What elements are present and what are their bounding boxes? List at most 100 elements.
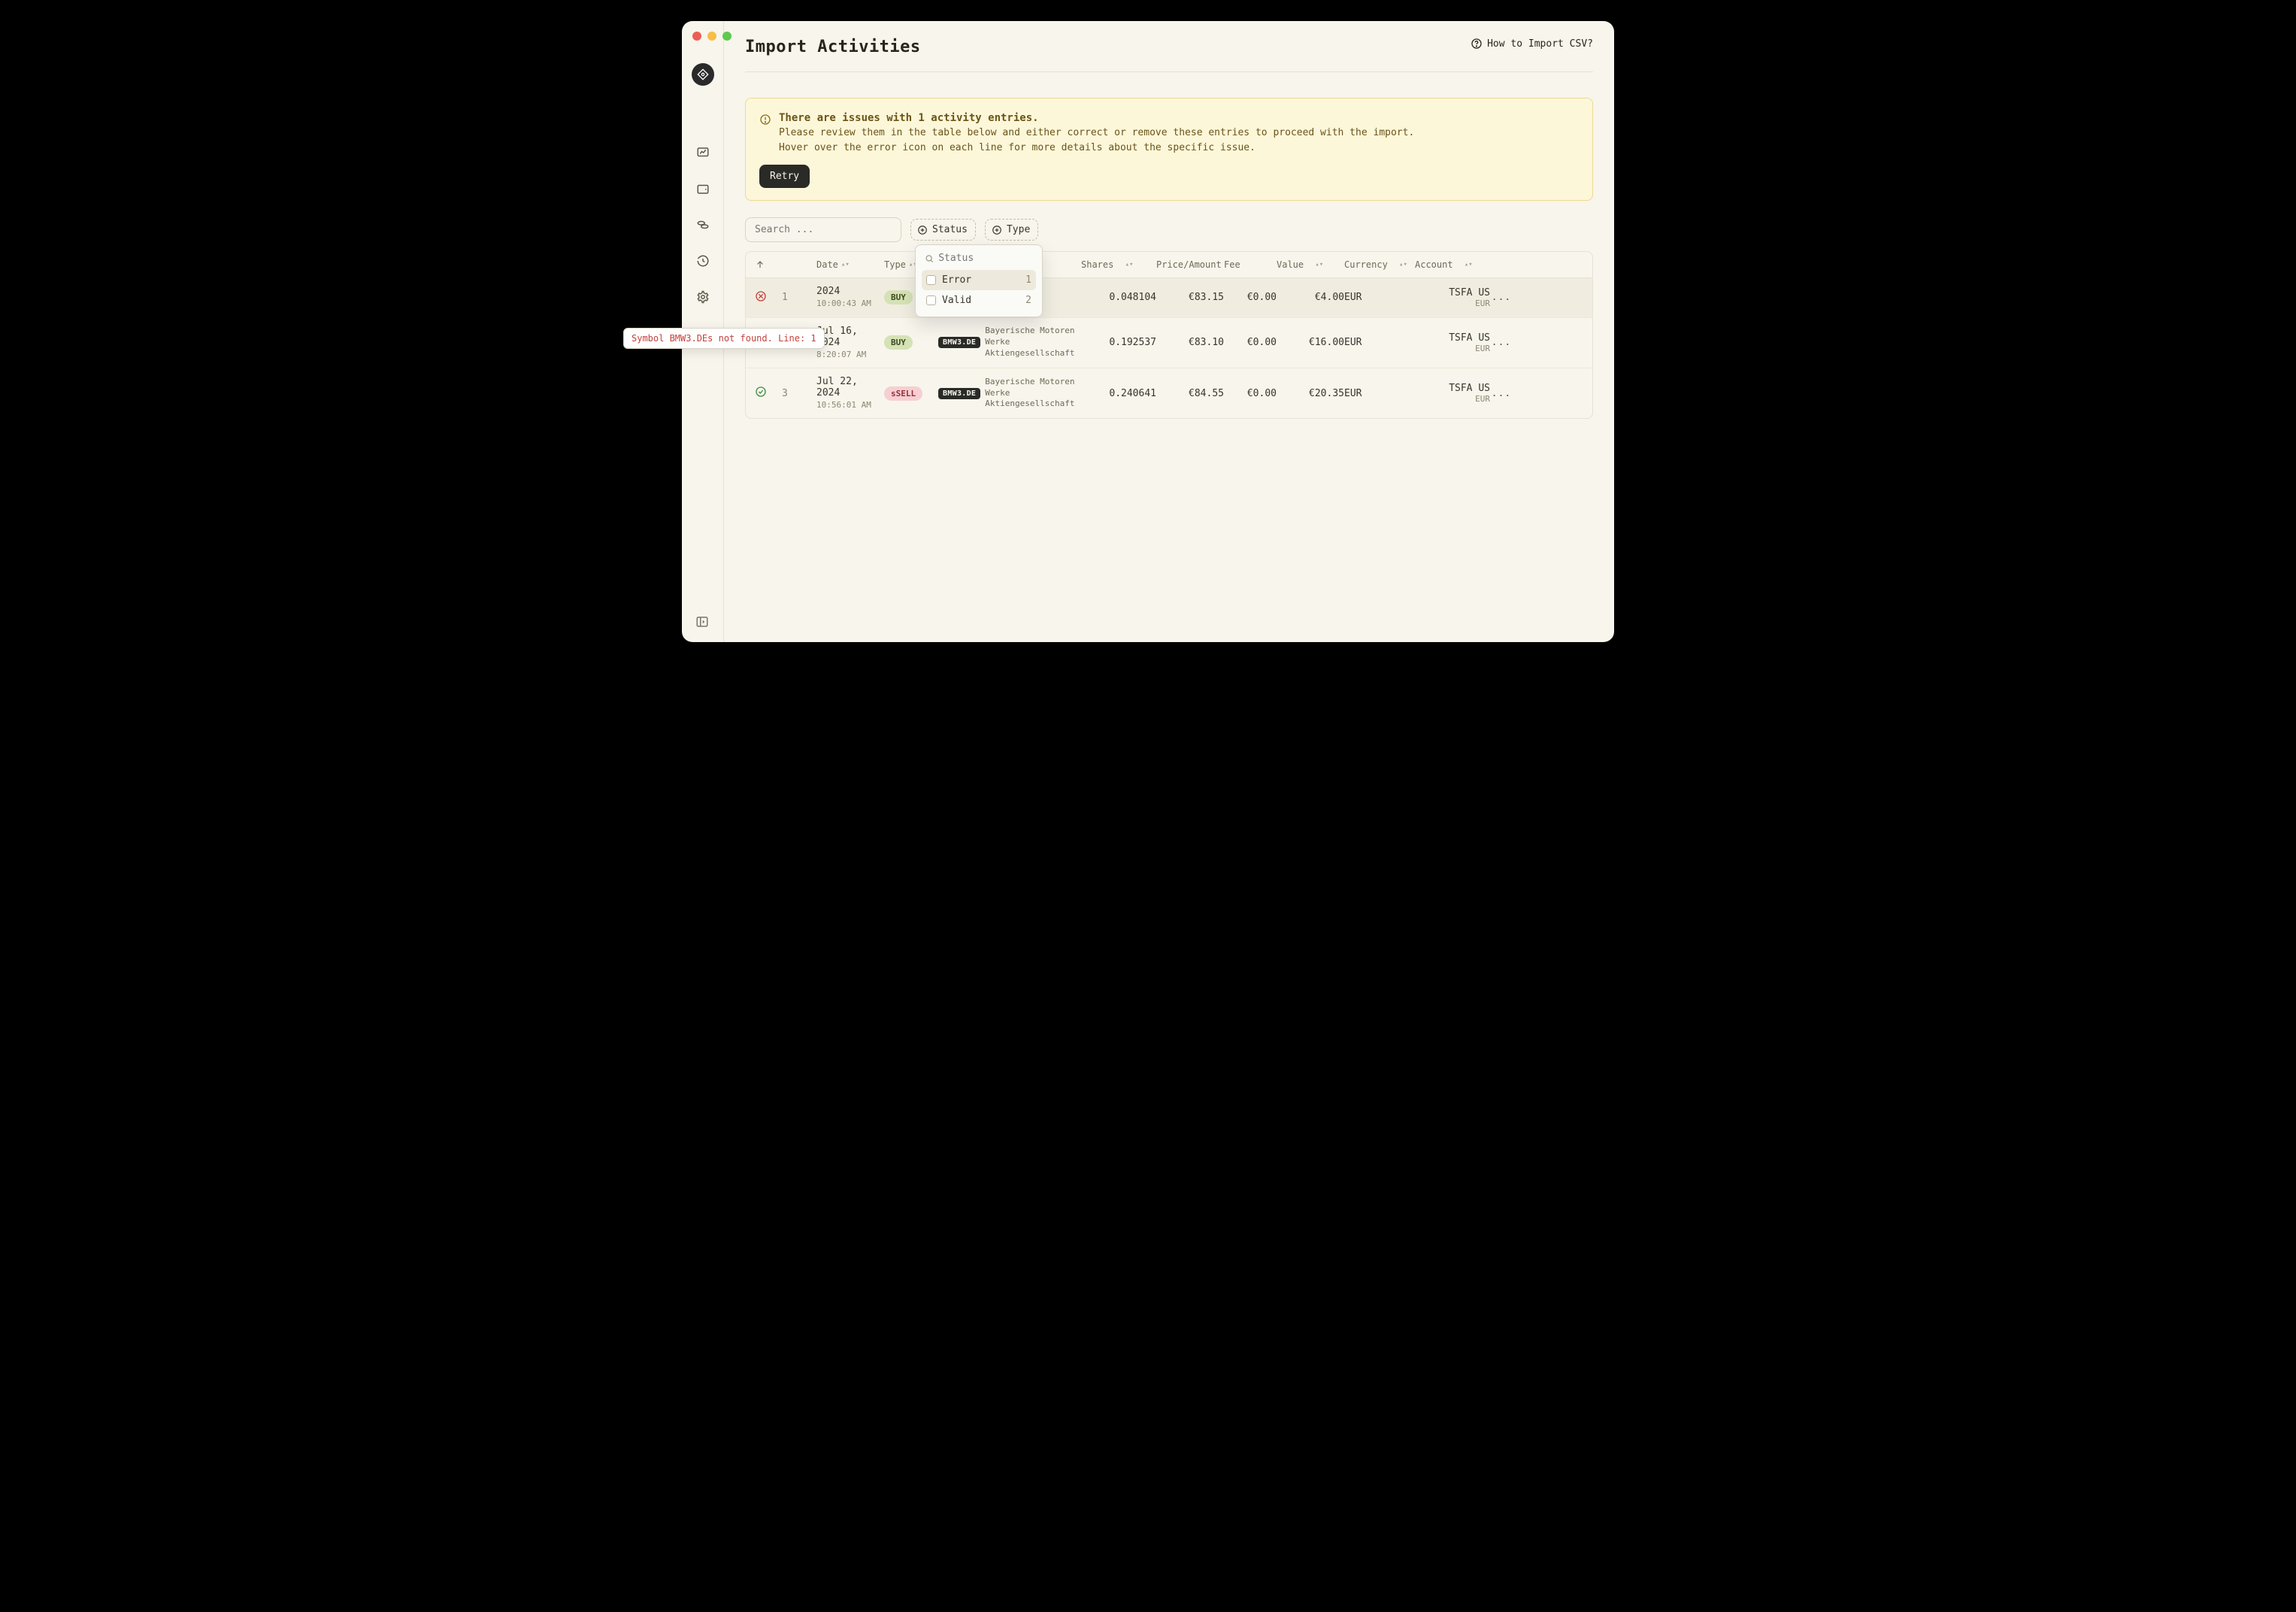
row-time: 10:00:43 AM [816, 298, 884, 309]
status-option-count: 2 [1025, 295, 1031, 306]
type-badge: BUY [884, 335, 913, 350]
row-price: €83.10 [1156, 337, 1224, 348]
row-shares: 0.192537 [1081, 337, 1156, 348]
type-filter-chip[interactable]: Type [985, 219, 1038, 241]
page-title: Import Activities [745, 38, 921, 56]
search-input[interactable] [745, 217, 901, 242]
row-fee: €0.00 [1224, 292, 1277, 303]
history-icon[interactable] [696, 254, 710, 268]
error-tooltip: Symbol BMW3.DEs not found. Line: 1 [623, 328, 825, 349]
dashboard-icon[interactable] [696, 146, 710, 159]
row-index: 3 [782, 388, 816, 399]
row-account-currency: EUR [1415, 394, 1490, 404]
coins-icon[interactable] [696, 218, 710, 232]
window-controls [692, 32, 732, 41]
row-account: TSFA US [1415, 383, 1490, 394]
row-actions-menu[interactable]: ... [1490, 388, 1513, 399]
minimize-window[interactable] [707, 32, 716, 41]
table-header-row: Date▴▾ Type▴▾ Shares ▴▾ Price/Amount Fee… [746, 252, 1592, 278]
status-filter-label: Status [932, 224, 968, 235]
table-row[interactable]: 3 Jul 22, 2024 10:56:01 AM sSELL BMW3.DE… [746, 368, 1592, 418]
col-value[interactable]: Value ▴▾ [1277, 259, 1344, 270]
status-option-count: 1 [1025, 274, 1031, 286]
retry-button[interactable]: Retry [759, 165, 810, 188]
row-account-currency: EUR [1415, 298, 1490, 308]
row-currency: EUR [1344, 337, 1415, 348]
row-currency: EUR [1344, 388, 1415, 399]
status-filter-popover: Error 1 Valid 2 [915, 244, 1043, 317]
maximize-window[interactable] [722, 32, 732, 41]
symbol-cell: BMW3.DE Bayerische Motoren Werke Aktienge… [938, 326, 1081, 359]
sort-direction-header[interactable] [755, 259, 782, 270]
row-date: Jul 22, 2024 [816, 376, 884, 398]
row-value: €4.00 [1277, 292, 1344, 303]
app-logo[interactable] [692, 63, 714, 86]
row-account-currency: EUR [1415, 344, 1490, 353]
symbol-description: Bayerische Motoren Werke Aktiengesellsch… [985, 326, 1081, 359]
status-filter-search[interactable] [938, 253, 1033, 264]
symbol-description: Bayerische Motoren Werke Aktiengesellsch… [985, 377, 1081, 411]
status-option-error[interactable]: Error 1 [922, 270, 1036, 290]
row-time: 10:56:01 AM [816, 400, 884, 411]
check-circle-icon [755, 386, 767, 398]
help-link[interactable]: How to Import CSV? [1471, 38, 1593, 50]
row-price: €83.15 [1156, 292, 1224, 303]
row-value: €16.00 [1277, 337, 1344, 348]
row-shares: 0.048104 [1081, 292, 1156, 303]
status-option-valid[interactable]: Valid 2 [922, 290, 1036, 311]
app-window: Import Activities How to Import CSV? The… [682, 21, 1614, 642]
row-fee: €0.00 [1224, 388, 1277, 399]
wallet-icon[interactable] [696, 182, 710, 195]
expand-sidebar-icon[interactable] [695, 615, 709, 629]
row-shares: 0.240641 [1081, 388, 1156, 399]
issues-alert: There are issues with 1 activity entries… [745, 98, 1593, 201]
table-row[interactable]: 2 Jul 16, 2024 8:20:07 AM BUY BMW3.DEBay… [746, 318, 1592, 368]
col-shares[interactable]: Shares ▴▾ [1081, 259, 1156, 270]
row-value: €20.35 [1277, 388, 1344, 399]
row-account: TSFA US [1415, 332, 1490, 344]
col-date[interactable]: Date▴▾ [816, 259, 884, 270]
close-window[interactable] [692, 32, 701, 41]
row-index: 1 [782, 292, 816, 303]
row-currency: EUR [1344, 292, 1415, 303]
help-link-label: How to Import CSV? [1487, 38, 1593, 50]
row-actions-menu[interactable]: ... [1490, 337, 1513, 348]
row-price: €84.55 [1156, 388, 1224, 399]
table-row[interactable]: 1 2024 10:00:43 AM BUY X 0.048104 €83.15… [746, 278, 1592, 317]
status-option-label: Error [942, 274, 971, 286]
checkbox-icon[interactable] [926, 295, 936, 305]
type-filter-label: Type [1007, 224, 1030, 235]
row-actions-menu[interactable]: ... [1490, 292, 1513, 303]
symbol-badge: BMW3.DE [938, 337, 980, 348]
plus-circle-icon [992, 225, 1002, 235]
question-circle-icon [1471, 38, 1483, 50]
type-badge: sSELL [884, 386, 922, 401]
col-currency[interactable]: Currency ▴▾ [1344, 259, 1415, 270]
activities-table: Date▴▾ Type▴▾ Shares ▴▾ Price/Amount Fee… [745, 251, 1593, 419]
type-badge: BUY [884, 290, 913, 305]
plus-circle-icon [917, 225, 928, 235]
col-price[interactable]: Price/Amount [1156, 259, 1224, 270]
row-date: Jul 16, 2024 [816, 326, 884, 348]
symbol-cell: BMW3.DE Bayerische Motoren Werke Aktienge… [938, 377, 1081, 411]
settings-icon[interactable] [696, 290, 710, 304]
page-header: Import Activities How to Import CSV? [745, 38, 1593, 72]
status-option-label: Valid [942, 295, 971, 306]
error-icon [755, 290, 767, 302]
main-content: Import Activities How to Import CSV? The… [724, 21, 1614, 642]
col-fee[interactable]: Fee [1224, 259, 1277, 270]
col-account[interactable]: Account ▴▾ [1415, 259, 1490, 270]
alert-text-1: Please review them in the table below an… [779, 126, 1414, 141]
row-fee: €0.00 [1224, 337, 1277, 348]
alert-title: There are issues with 1 activity entries… [779, 112, 1414, 124]
alert-icon [759, 114, 771, 129]
symbol-badge: BMW3.DE [938, 388, 980, 399]
arrow-up-icon [755, 259, 765, 270]
checkbox-icon[interactable] [926, 275, 936, 285]
row-account: TSFA US [1415, 287, 1490, 298]
status-filter-chip[interactable]: Status [910, 219, 976, 241]
row-date: 2024 [816, 286, 884, 297]
row-time: 8:20:07 AM [816, 350, 884, 360]
search-icon [925, 253, 934, 264]
alert-text-2: Hover over the error icon on each line f… [779, 141, 1414, 156]
